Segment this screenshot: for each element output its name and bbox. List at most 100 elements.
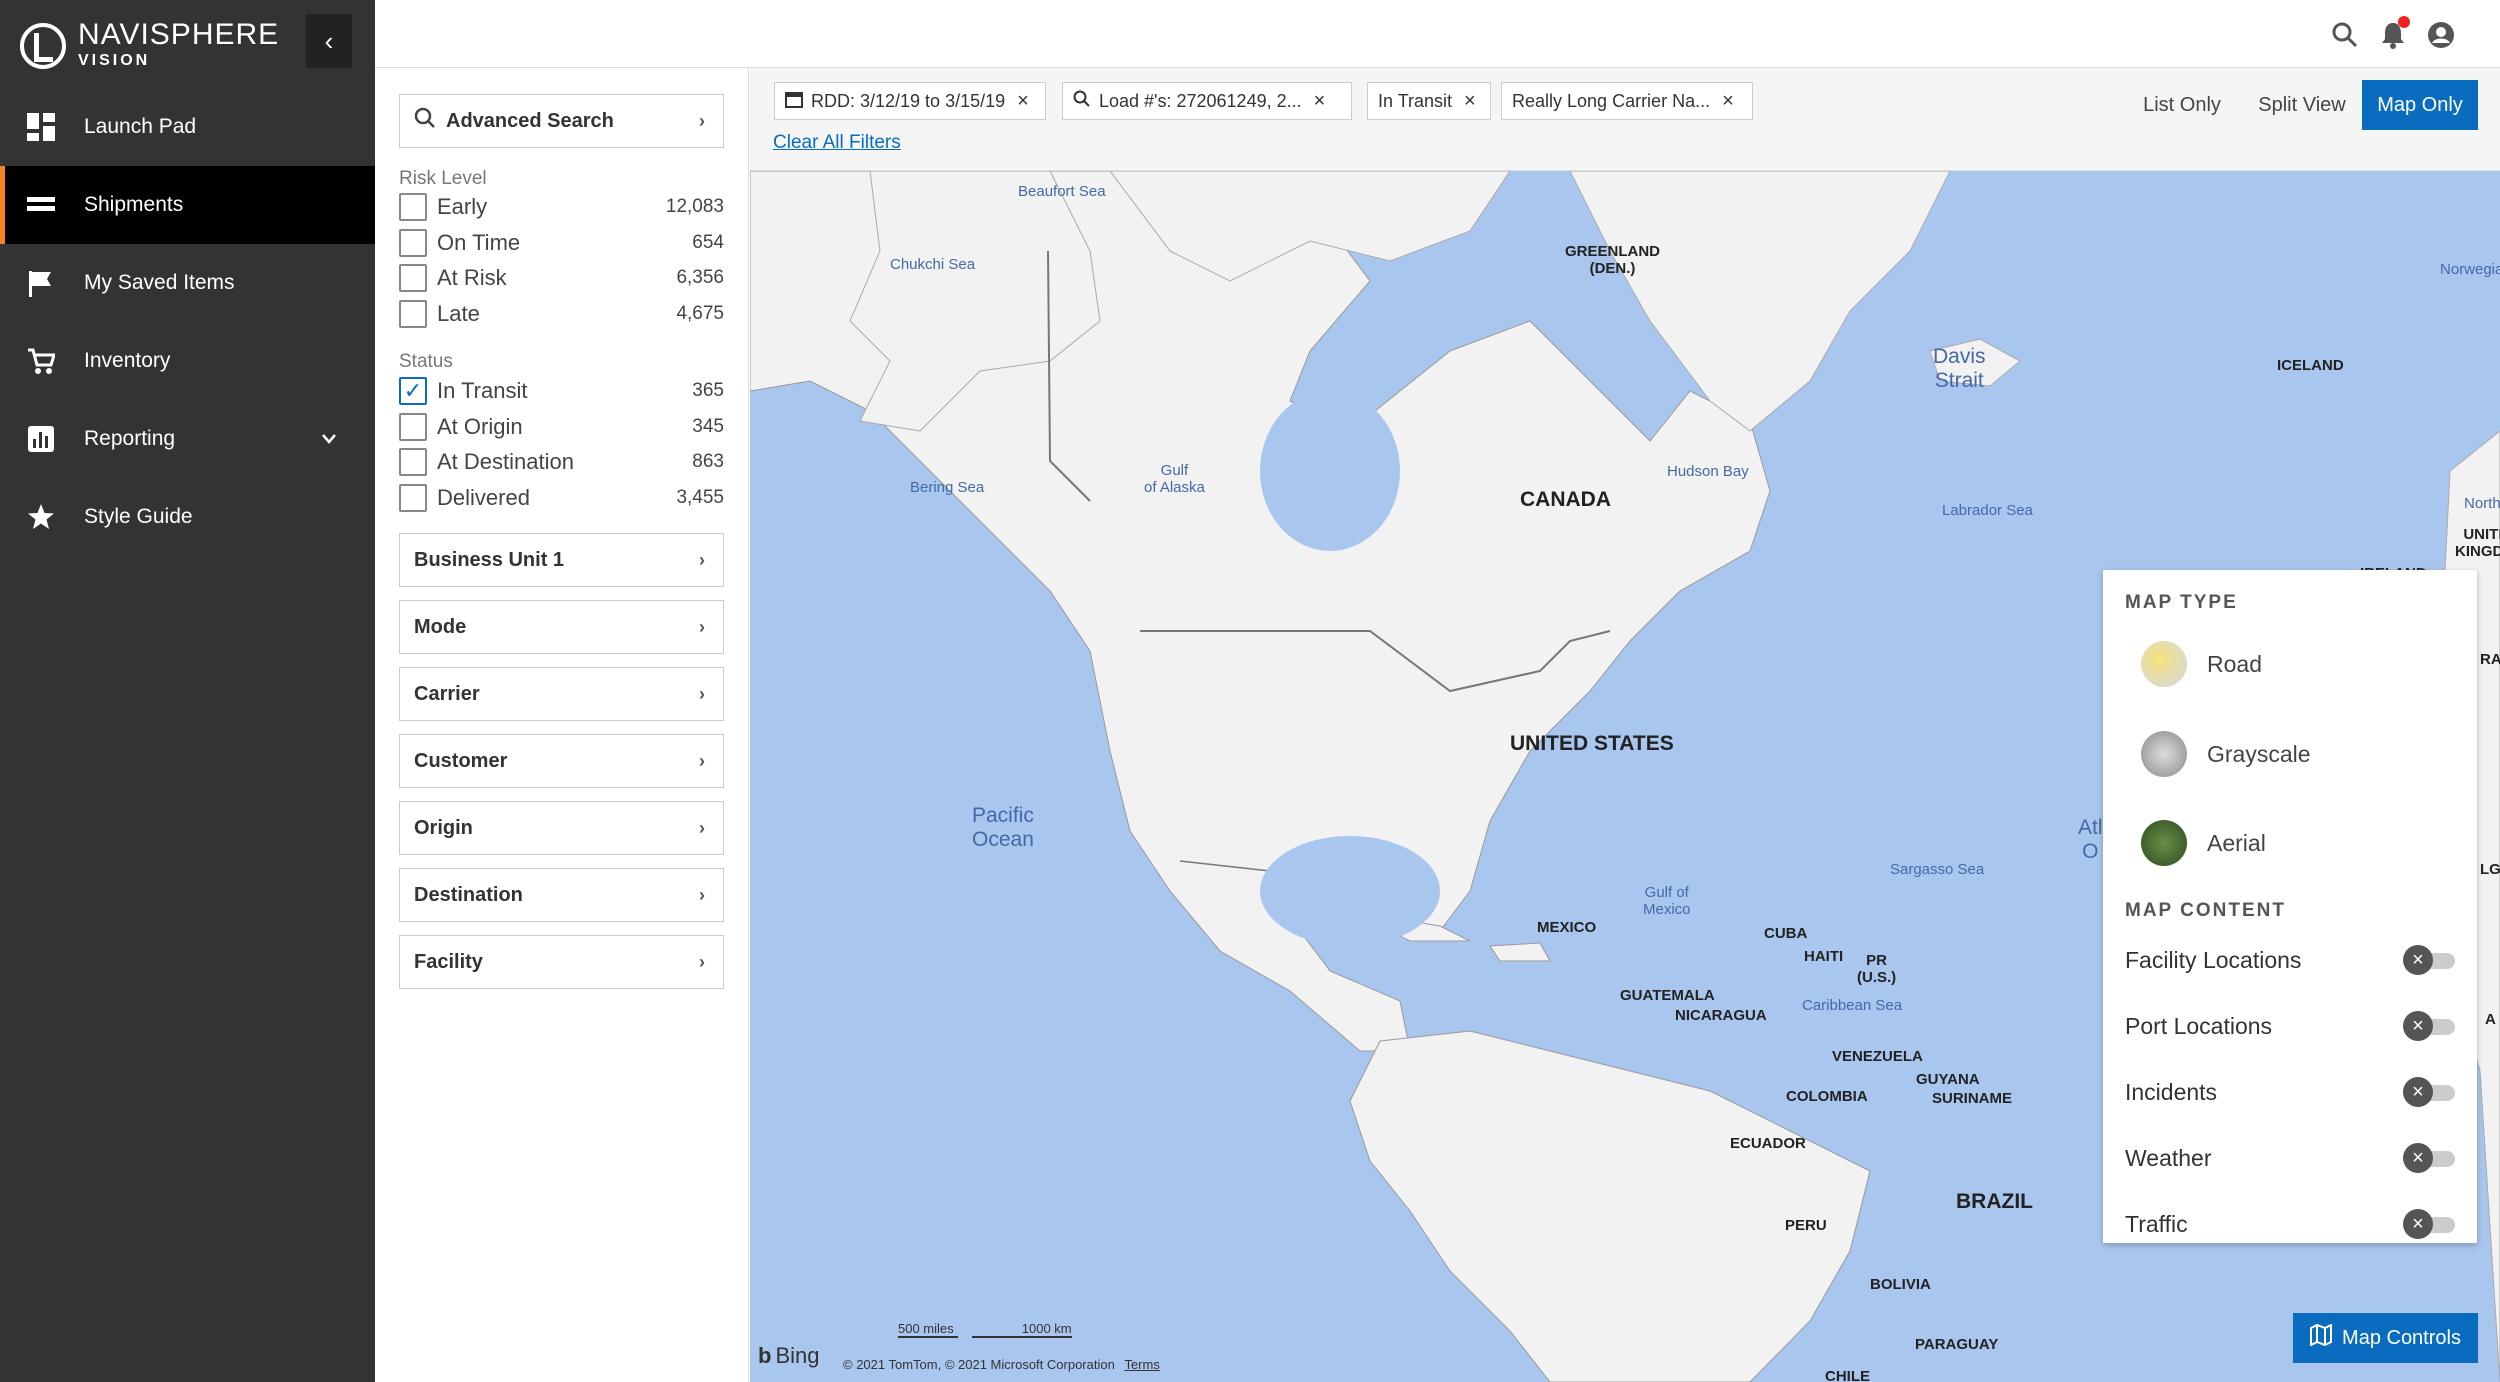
bell-icon[interactable] <box>2378 16 2410 50</box>
close-icon[interactable]: × <box>1314 90 1326 113</box>
chevron-right-icon: › <box>699 683 705 704</box>
toggle-traffic[interactable]: Traffic × <box>2125 1204 2455 1244</box>
sidebar-item-launch-pad[interactable]: Launch Pad <box>0 88 375 166</box>
map-copyright: © 2021 TomTom, © 2021 Microsoft Corporat… <box>843 1357 1160 1372</box>
toggle-label: Weather <box>2125 1144 2212 1171</box>
split-view-button[interactable]: Split View <box>2247 80 2357 130</box>
user-icon[interactable] <box>2426 20 2456 50</box>
map-only-button[interactable]: Map Only <box>2362 80 2478 130</box>
collapse-sidebar-button[interactable]: ‹ <box>306 14 352 68</box>
bing-logo: b Bing <box>758 1343 820 1369</box>
brand-name: NAVISPHERE <box>78 18 280 51</box>
search-icon <box>1073 90 1091 113</box>
checkbox-label: At Origin <box>437 414 523 439</box>
chip-label: Really Long Carrier Na... <box>1512 90 1711 111</box>
logo[interactable]: NAVISPHERE VISION <box>20 20 279 72</box>
brand-sub: VISION <box>78 52 151 69</box>
checkbox[interactable] <box>399 300 427 328</box>
filter-chip-carrier[interactable]: Really Long Carrier Na... × <box>1501 82 1753 120</box>
risk-on-time-checkbox[interactable]: On Time 654 <box>399 227 724 259</box>
accordion-facility[interactable]: Facility › <box>399 935 724 989</box>
terms-link[interactable]: Terms <box>1124 1357 1159 1372</box>
filter-chip-in-transit[interactable]: In Transit × <box>1367 82 1491 120</box>
toggle-switch[interactable]: × <box>2403 1209 2455 1239</box>
accordion-origin[interactable]: Origin › <box>399 801 724 855</box>
toggle-facility-locations[interactable]: Facility Locations × <box>2125 940 2455 980</box>
road-map-icon <box>2141 641 2187 687</box>
toggle-switch[interactable]: × <box>2403 1077 2455 1107</box>
list-only-button[interactable]: List Only <box>2127 80 2237 130</box>
close-icon: × <box>2403 945 2433 975</box>
search-icon[interactable] <box>2330 20 2360 50</box>
advanced-search-button[interactable]: Advanced Search › <box>399 94 724 148</box>
count: 345 <box>692 416 724 437</box>
sidebar-item-label: Reporting <box>84 427 176 450</box>
toggle-switch[interactable]: × <box>2403 1011 2455 1041</box>
toggle-label: Traffic <box>2125 1210 2188 1237</box>
accordion-label: Business Unit 1 <box>414 548 565 571</box>
map-label: Caribbean Sea <box>1802 997 1903 1014</box>
map-label: Beaufort Sea <box>1018 183 1106 200</box>
checkbox[interactable] <box>399 193 427 221</box>
risk-early-checkbox[interactable]: Early 12,083 <box>399 191 724 223</box>
map-type-aerial[interactable]: Aerial <box>2141 815 2266 871</box>
notification-badge <box>2398 16 2410 28</box>
checkbox-checked[interactable]: ✓ <box>399 377 427 405</box>
provider-name: Bing <box>775 1343 820 1368</box>
map-label: VENEZUELA <box>1832 1048 1923 1065</box>
accordion-destination[interactable]: Destination › <box>399 868 724 922</box>
accordion-mode[interactable]: Mode › <box>399 600 724 654</box>
checkbox[interactable] <box>399 448 427 476</box>
status-at-destination-checkbox[interactable]: At Destination 863 <box>399 446 724 478</box>
toggle-switch[interactable]: × <box>2403 945 2455 975</box>
close-icon[interactable]: × <box>1722 90 1734 113</box>
map-label: Sargasso Sea <box>1890 861 1985 878</box>
map-label: PR (U.S.) <box>1857 952 1897 986</box>
accordion-customer[interactable]: Customer › <box>399 734 724 788</box>
map-content-heading: MAP CONTENT <box>2125 900 2286 921</box>
toggle-switch[interactable]: × <box>2403 1143 2455 1173</box>
map-type-grayscale[interactable]: Grayscale <box>2141 726 2311 782</box>
filter-chip-rdd[interactable]: RDD: 3/12/19 to 3/15/19 × <box>774 82 1046 120</box>
risk-at-risk-checkbox[interactable]: At Risk 6,356 <box>399 262 724 294</box>
map-label: ECUADOR <box>1730 1135 1806 1152</box>
checkbox-label: Late <box>437 301 480 326</box>
count: 6,356 <box>676 267 724 288</box>
checkbox[interactable] <box>399 484 427 512</box>
clear-all-filters-link[interactable]: Clear All Filters <box>773 132 901 154</box>
sidebar-item-reporting[interactable]: Reporting <box>0 400 375 478</box>
toggle-incidents[interactable]: Incidents × <box>2125 1072 2455 1112</box>
map-label: Chukchi Sea <box>890 256 976 273</box>
close-icon[interactable]: × <box>1464 90 1476 113</box>
checkbox[interactable] <box>399 413 427 441</box>
accordion-carrier[interactable]: Carrier › <box>399 667 724 721</box>
scale-km: 1000 km <box>971 1321 1072 1338</box>
count: 4,675 <box>676 303 724 324</box>
map-controls-button[interactable]: Map Controls <box>2293 1313 2478 1363</box>
toggle-weather[interactable]: Weather × <box>2125 1138 2455 1178</box>
map-scale: 500 miles 1000 km <box>898 1321 1072 1338</box>
risk-late-checkbox[interactable]: Late 4,675 <box>399 298 724 330</box>
toggle-port-locations[interactable]: Port Locations × <box>2125 1006 2455 1046</box>
scale-miles: 500 miles <box>898 1321 958 1338</box>
sidebar-item-style-guide[interactable]: Style Guide <box>0 478 375 556</box>
close-icon[interactable]: × <box>1017 90 1029 113</box>
map-type-label: Aerial <box>2207 829 2266 856</box>
status-at-origin-checkbox[interactable]: At Origin 345 <box>399 411 724 443</box>
filter-panel: Advanced Search › Risk Level Early 12,08… <box>375 68 749 1382</box>
checkbox[interactable] <box>399 229 427 257</box>
accordion-business-unit[interactable]: Business Unit 1 › <box>399 533 724 587</box>
checkbox[interactable] <box>399 264 427 292</box>
chevron-right-icon: › <box>699 817 705 838</box>
map-label: MEXICO <box>1537 919 1597 936</box>
sidebar-item-shipments[interactable]: Shipments <box>0 166 375 244</box>
chevron-right-icon: › <box>699 884 705 905</box>
filter-chip-load[interactable]: Load #'s: 272061249, 2... × <box>1062 82 1352 120</box>
status-in-transit-checkbox[interactable]: ✓ In Transit 365 <box>399 375 724 407</box>
map-label: Atl O <box>2078 816 2103 863</box>
sidebar-item-inventory[interactable]: Inventory <box>0 322 375 400</box>
map-label: Gulf of Mexico <box>1643 884 1691 918</box>
sidebar-item-my-saved-items[interactable]: My Saved Items <box>0 244 375 322</box>
map-type-road[interactable]: Road <box>2141 636 2262 692</box>
status-delivered-checkbox[interactable]: Delivered 3,455 <box>399 482 724 514</box>
